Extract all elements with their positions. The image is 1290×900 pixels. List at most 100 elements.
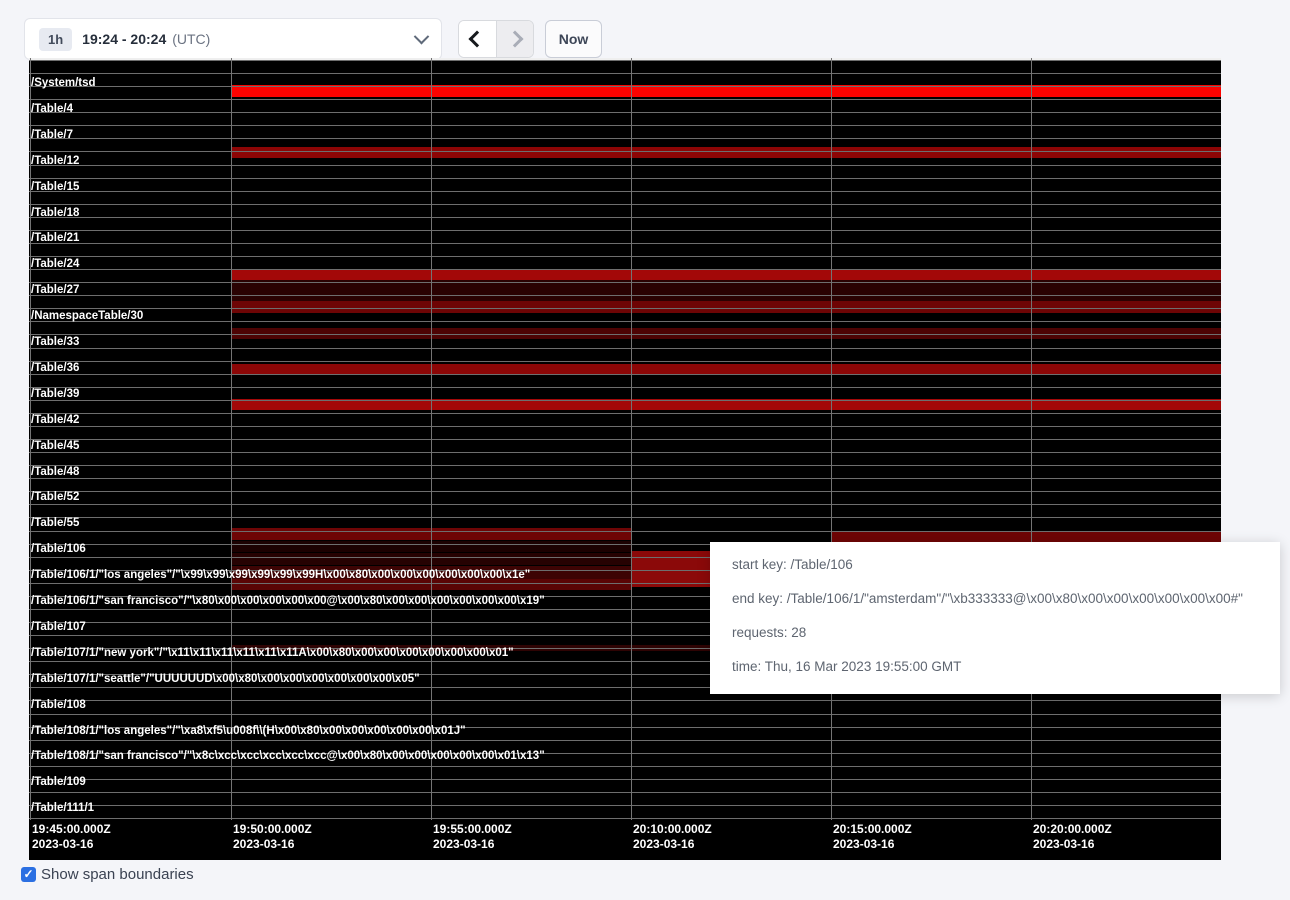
span-boundary-line — [29, 517, 1221, 518]
row-label: /Table/7 — [31, 129, 73, 142]
time-window-badge: 1h — [39, 28, 72, 51]
span-boundary-line — [29, 243, 1221, 244]
span-boundary-line — [29, 321, 1221, 322]
chevron-left-icon — [469, 31, 486, 48]
span-boundary-line — [29, 400, 1221, 401]
span-boundary-line — [29, 531, 1221, 532]
time-zone-text: (UTC) — [172, 31, 210, 47]
tooltip-end-key: end key: /Table/106/1/"amsterdam"/"\xb33… — [732, 582, 1280, 616]
time-gridline — [631, 58, 632, 820]
row-label: /Table/108 — [31, 699, 86, 712]
span-boundary-line — [29, 334, 1221, 335]
span-boundary-line — [29, 165, 1221, 166]
span-boundary-line — [29, 413, 1221, 414]
row-label: /Table/55 — [31, 517, 79, 530]
span-boundary-line — [29, 700, 1221, 701]
chevron-down-icon — [414, 28, 430, 44]
span-boundary-line — [29, 348, 1221, 349]
time-gridline — [1031, 58, 1032, 820]
chevron-right-icon — [506, 31, 523, 48]
now-button[interactable]: Now — [545, 20, 602, 58]
row-label: /Table/45 — [31, 440, 79, 453]
row-label: /Table/33 — [31, 336, 79, 349]
span-boundary-line — [29, 374, 1221, 375]
row-label: /NamespaceTable/30 — [31, 310, 143, 323]
span-boundary-line — [29, 766, 1221, 767]
x-axis-date: 2023-03-16 — [32, 837, 111, 852]
row-label: /Table/52 — [31, 491, 79, 504]
span-boundary-line — [29, 504, 1221, 505]
x-axis-tick: 19:50:00.000Z2023-03-16 — [233, 822, 312, 852]
time-range-text: 19:24 - 20:24 — [82, 31, 166, 47]
x-axis-tick: 19:45:00.000Z2023-03-16 — [32, 822, 111, 852]
span-boundary-line — [29, 86, 1221, 87]
x-axis-tick: 19:55:00.000Z2023-03-16 — [433, 822, 512, 852]
x-axis-date: 2023-03-16 — [633, 837, 712, 852]
x-axis-time: 19:55:00.000Z — [433, 822, 512, 837]
row-label: /Table/42 — [31, 414, 79, 427]
row-label: /Table/107/1/"seattle"/"UUUUUUD\x00\x80\… — [31, 673, 420, 686]
row-label: /Table/27 — [31, 284, 79, 297]
row-label: /Table/107/1/"new york"/"\x11\x11\x11\x1… — [31, 647, 514, 660]
x-axis-time: 20:10:00.000Z — [633, 822, 712, 837]
heat-band — [231, 301, 1221, 313]
time-gridline — [431, 58, 432, 820]
prev-time-button[interactable] — [459, 21, 496, 57]
span-boundary-line — [29, 478, 1221, 479]
span-boundary-line — [29, 99, 1221, 100]
row-label: /Table/18 — [31, 207, 79, 220]
time-gridline — [231, 58, 232, 820]
x-axis-time: 19:45:00.000Z — [32, 822, 111, 837]
show-span-boundaries-checkbox[interactable]: ✓ — [21, 867, 36, 882]
x-axis-time: 19:50:00.000Z — [233, 822, 312, 837]
span-boundary-line — [29, 439, 1221, 440]
x-axis-tick: 20:10:00.000Z2023-03-16 — [633, 822, 712, 852]
tooltip-time: time: Thu, 16 Mar 2023 19:55:00 GMT — [732, 650, 1280, 684]
time-nav-group — [458, 20, 534, 58]
heat-band — [231, 269, 1221, 280]
span-boundary-line — [29, 792, 1221, 793]
span-boundary-line — [29, 805, 1221, 806]
time-gridline — [831, 58, 832, 820]
time-range-selector[interactable]: 1h 19:24 - 20:24 (UTC) — [24, 18, 442, 60]
row-label: /Table/12 — [31, 155, 79, 168]
span-boundary-line — [29, 60, 1221, 61]
heat-band — [231, 147, 1221, 158]
row-label: /Table/107 — [31, 621, 86, 634]
x-axis-time: 20:15:00.000Z — [833, 822, 912, 837]
x-axis-date: 2023-03-16 — [1033, 837, 1112, 852]
span-boundary-line — [29, 112, 1221, 113]
x-axis-date: 2023-03-16 — [433, 837, 512, 852]
row-label: /Table/21 — [31, 232, 79, 245]
next-time-button-disabled[interactable] — [496, 21, 533, 57]
x-axis-time: 20:20:00.000Z — [1033, 822, 1112, 837]
row-label: /Table/36 — [31, 362, 79, 375]
row-label: /Table/108/1/"san francisco"/"\x8c\xcc\x… — [31, 750, 545, 763]
row-label: /System/tsd — [31, 77, 96, 90]
row-label: /Table/108/1/"los angeles"/"\xa8\xf5\u00… — [31, 725, 466, 738]
span-boundary-line — [29, 465, 1221, 466]
key-visualizer-canvas[interactable]: /System/tsd/Table/4/Table/7/Table/12/Tab… — [29, 58, 1221, 860]
span-boundary-line — [29, 779, 1221, 780]
span-boundary-line — [29, 452, 1221, 453]
show-span-boundaries-label: Show span boundaries — [41, 866, 194, 883]
footer-controls: ✓ Show span boundaries — [21, 866, 194, 883]
span-boundary-line — [29, 361, 1221, 362]
x-axis-date: 2023-03-16 — [233, 837, 312, 852]
span-boundary-line — [29, 295, 1221, 296]
span-boundary-line — [29, 125, 1221, 126]
row-label: /Table/24 — [31, 258, 79, 271]
tooltip-start-key: start key: /Table/106 — [732, 548, 1280, 582]
span-boundary-line — [29, 204, 1221, 205]
span-boundary-line — [29, 387, 1221, 388]
span-boundary-line — [29, 191, 1221, 192]
span-boundary-line — [29, 230, 1221, 231]
tooltip-requests: requests: 28 — [732, 616, 1280, 650]
span-boundary-line — [29, 426, 1221, 427]
span-boundary-line — [29, 256, 1221, 257]
span-boundary-line — [29, 714, 1221, 715]
span-boundary-line — [29, 178, 1221, 179]
row-label: /Table/106/1/"san francisco"/"\x80\x00\x… — [31, 595, 545, 608]
span-boundary-line — [29, 818, 1221, 819]
row-label: /Table/39 — [31, 388, 79, 401]
